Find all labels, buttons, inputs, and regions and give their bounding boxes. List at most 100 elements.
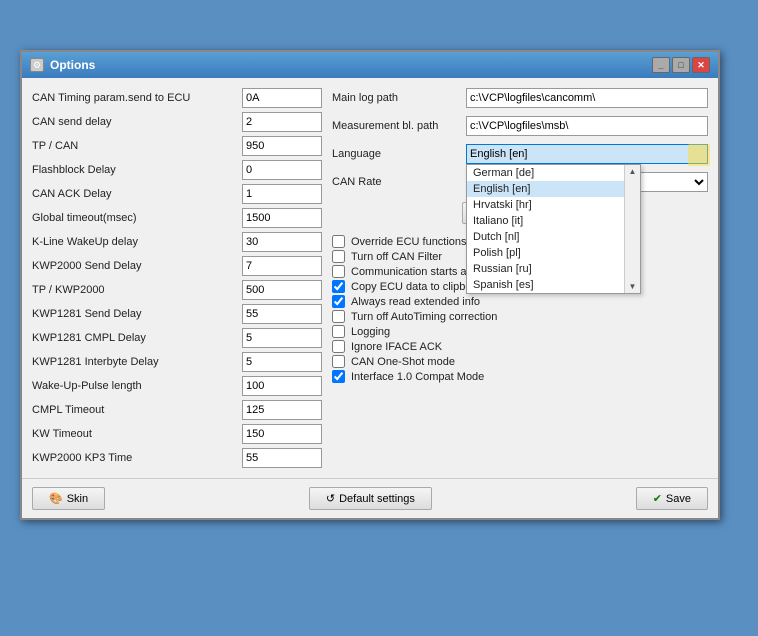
checkbox-row: Logging: [332, 324, 708, 339]
field-row: K-Line WakeUp delay: [32, 232, 322, 252]
field-input[interactable]: [242, 400, 322, 420]
checkbox-cb4[interactable]: [332, 280, 345, 293]
maximize-button[interactable]: □: [672, 57, 690, 73]
language-option[interactable]: Russian [ru]: [467, 261, 624, 277]
field-label: CAN ACK Delay: [32, 188, 236, 200]
field-label: Global timeout(msec): [32, 212, 236, 224]
checkbox-row: Ignore IFACE ACK: [332, 339, 708, 354]
field-input[interactable]: [242, 232, 322, 252]
main-content: CAN Timing param.send to ECUCAN send del…: [22, 78, 718, 478]
field-label: KW Timeout: [32, 428, 236, 440]
field-input[interactable]: [242, 448, 322, 468]
language-option[interactable]: Dutch [nl]: [467, 229, 624, 245]
checkbox-label[interactable]: Turn off AutoTiming correction: [351, 311, 497, 323]
dropdown-scroll-down[interactable]: ▼: [629, 282, 637, 291]
title-buttons: _ □ ✕: [652, 57, 710, 73]
field-row: CAN ACK Delay: [32, 184, 322, 204]
checkbox-label[interactable]: Turn off CAN Filter: [351, 251, 442, 263]
checkbox-label[interactable]: Interface 1.0 Compat Mode: [351, 371, 484, 383]
checkbox-cb5[interactable]: [332, 295, 345, 308]
checkbox-label[interactable]: Ignore IFACE ACK: [351, 341, 442, 353]
field-label: CAN send delay: [32, 116, 236, 128]
main-log-input[interactable]: [466, 88, 708, 108]
field-row: CAN send delay: [32, 112, 322, 132]
field-input[interactable]: [242, 304, 322, 324]
field-row: KW Timeout: [32, 424, 322, 444]
field-input[interactable]: [242, 112, 322, 132]
field-input[interactable]: [242, 184, 322, 204]
checkbox-cb8[interactable]: [332, 340, 345, 353]
field-label: KWP2000 Send Delay: [32, 260, 236, 272]
language-option[interactable]: Spanish [es]: [467, 277, 624, 293]
checkbox-label[interactable]: Logging: [351, 326, 390, 338]
field-row: KWP2000 KP3 Time: [32, 448, 322, 468]
checkbox-cb1[interactable]: [332, 235, 345, 248]
dropdown-scroll-up[interactable]: ▲: [629, 167, 637, 176]
language-option[interactable]: Polish [pl]: [467, 245, 624, 261]
skin-icon: 🎨: [49, 492, 63, 505]
field-label: Wake-Up-Pulse length: [32, 380, 236, 392]
main-log-label: Main log path: [332, 92, 462, 104]
field-row: KWP1281 Send Delay: [32, 304, 322, 324]
language-option[interactable]: Italiano [it]: [467, 213, 624, 229]
language-dropdown: German [de]English [en]Hrvatski [hr]Ital…: [466, 164, 641, 294]
save-button[interactable]: ✔ Save: [636, 487, 708, 510]
can-rate-label: CAN Rate: [332, 176, 462, 188]
checkbox-cb3[interactable]: [332, 265, 345, 278]
language-row: Language English [en] German [de]English…: [332, 144, 708, 164]
field-input[interactable]: [242, 352, 322, 372]
minimize-button[interactable]: _: [652, 57, 670, 73]
measurement-label: Measurement bl. path: [332, 120, 462, 132]
language-option[interactable]: Hrvatski [hr]: [467, 197, 624, 213]
language-display[interactable]: English [en]: [466, 144, 708, 164]
field-input[interactable]: [242, 88, 322, 108]
field-label: TP / KWP2000: [32, 284, 236, 296]
bottom-bar: 🎨 Skin ↺ Default settings ✔ Save: [22, 478, 718, 518]
field-row: KWP1281 Interbyte Delay: [32, 352, 322, 372]
checkbox-label[interactable]: Always read extended info: [351, 296, 480, 308]
field-row: KWP2000 Send Delay: [32, 256, 322, 276]
default-settings-button[interactable]: ↺ Default settings: [309, 487, 432, 510]
field-input[interactable]: [242, 424, 322, 444]
language-option[interactable]: English [en]: [467, 181, 624, 197]
title-bar-left: ⚙ Options: [30, 58, 95, 72]
field-label: KWP1281 Send Delay: [32, 308, 236, 320]
field-input[interactable]: [242, 328, 322, 348]
checkbox-row: Interface 1.0 Compat Mode: [332, 369, 708, 384]
field-row: TP / CAN: [32, 136, 322, 156]
right-panel: Main log path Measurement bl. path Langu…: [332, 88, 708, 468]
language-label: Language: [332, 148, 462, 160]
checkbox-cb2[interactable]: [332, 250, 345, 263]
checkbox-row: Turn off AutoTiming correction: [332, 309, 708, 324]
checkbox-cb7[interactable]: [332, 325, 345, 338]
field-input[interactable]: [242, 160, 322, 180]
field-row: Flashblock Delay: [32, 160, 322, 180]
window-icon: ⚙: [30, 58, 44, 72]
checkbox-row: CAN One-Shot mode: [332, 354, 708, 369]
field-input[interactable]: [242, 280, 322, 300]
checkbox-cb9[interactable]: [332, 355, 345, 368]
field-input[interactable]: [242, 256, 322, 276]
save-icon: ✔: [653, 492, 662, 505]
language-option[interactable]: German [de]: [467, 165, 624, 181]
field-input[interactable]: [242, 376, 322, 396]
field-row: Global timeout(msec): [32, 208, 322, 228]
left-panel: CAN Timing param.send to ECUCAN send del…: [32, 88, 322, 468]
close-button[interactable]: ✕: [692, 57, 710, 73]
checkbox-cb6[interactable]: [332, 310, 345, 323]
checkbox-label[interactable]: CAN One-Shot mode: [351, 356, 455, 368]
measurement-input[interactable]: [466, 116, 708, 136]
field-label: KWP1281 Interbyte Delay: [32, 356, 236, 368]
field-label: CMPL Timeout: [32, 404, 236, 416]
field-input[interactable]: [242, 136, 322, 156]
checkbox-label[interactable]: Override ECU functions: [351, 236, 467, 248]
field-label: K-Line WakeUp delay: [32, 236, 236, 248]
field-input[interactable]: [242, 208, 322, 228]
skin-button[interactable]: 🎨 Skin: [32, 487, 105, 510]
field-label: TP / CAN: [32, 140, 236, 152]
window-title: Options: [50, 58, 95, 72]
checkbox-cb10[interactable]: [332, 370, 345, 383]
field-label: Flashblock Delay: [32, 164, 236, 176]
field-row: Wake-Up-Pulse length: [32, 376, 322, 396]
options-window: ⚙ Options _ □ ✕ CAN Timing param.send to…: [20, 50, 720, 520]
